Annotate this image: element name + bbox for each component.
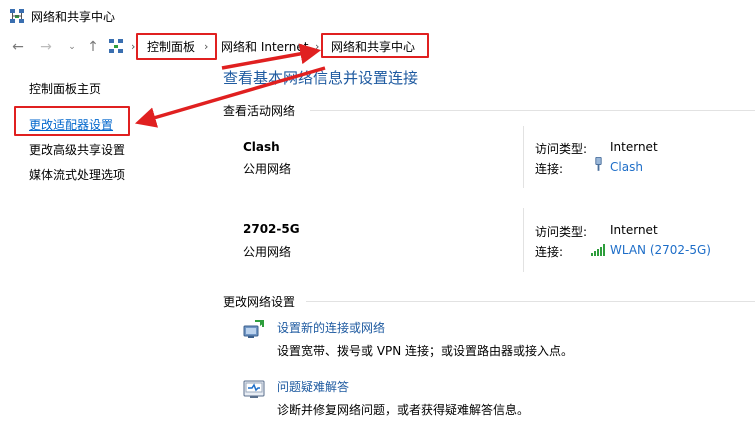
ethernet-plug-icon bbox=[595, 157, 602, 171]
troubleshoot-icon bbox=[243, 380, 265, 398]
connection-link-clash[interactable]: Clash bbox=[610, 160, 643, 174]
connection-label: 连接: bbox=[535, 245, 564, 259]
troubleshoot-link[interactable]: 问题疑难解答 bbox=[277, 378, 349, 395]
up-arrow-icon[interactable]: ↑ bbox=[84, 37, 102, 57]
connection-link-wlan[interactable]: WLAN (2702-5G) bbox=[610, 243, 711, 257]
sidebar-item-control-panel-home[interactable]: 控制面板主页 bbox=[29, 80, 101, 97]
setup-new-connection-description: 设置宽带、拨号或 VPN 连接；或设置路由器或接入点。 bbox=[277, 344, 574, 358]
breadcrumb-separator-icon[interactable]: › bbox=[131, 38, 135, 56]
network-center-icon bbox=[10, 9, 24, 23]
column-divider bbox=[523, 208, 524, 272]
page-title: 查看基本网络信息并设置连接 bbox=[223, 69, 419, 87]
network-name: 2702-5G bbox=[243, 222, 300, 236]
forward-arrow-icon[interactable]: → bbox=[37, 37, 55, 57]
active-networks-section-title: 查看活动网络 bbox=[223, 104, 296, 118]
access-type-label: 访问类型: bbox=[535, 142, 588, 156]
section-divider bbox=[310, 110, 755, 111]
access-type-value: Internet bbox=[610, 223, 658, 237]
annotation-overlay bbox=[134, 43, 326, 128]
network-name: Clash bbox=[243, 140, 280, 154]
connection-label: 连接: bbox=[535, 162, 564, 176]
breadcrumb-network-sharing-center[interactable]: 网络和共享中心 bbox=[331, 38, 415, 56]
change-settings-section-title: 更改网络设置 bbox=[223, 295, 296, 309]
setup-new-connection-link[interactable]: 设置新的连接或网络 bbox=[277, 319, 385, 336]
breadcrumb-control-panel[interactable]: 控制面板 bbox=[147, 38, 195, 56]
title-bar: 网络和共享中心 bbox=[0, 0, 755, 32]
breadcrumb-separator-icon[interactable]: › bbox=[204, 38, 208, 56]
network-category: 公用网络 bbox=[243, 245, 292, 259]
recent-locations-chevron-icon[interactable]: ⌄ bbox=[63, 37, 81, 57]
wifi-signal-icon bbox=[591, 244, 605, 256]
sidebar-item-advanced-sharing-settings[interactable]: 更改高级共享设置 bbox=[29, 141, 125, 158]
column-divider bbox=[523, 126, 524, 188]
window-title: 网络和共享中心 bbox=[31, 10, 116, 24]
breadcrumb-network-internet[interactable]: 网络和 Internet bbox=[221, 38, 308, 56]
sidebar-item-media-streaming[interactable]: 媒体流式处理选项 bbox=[29, 166, 125, 183]
control-panel-icon bbox=[109, 39, 123, 53]
access-type-value: Internet bbox=[610, 140, 658, 154]
network-category: 公用网络 bbox=[243, 162, 292, 176]
back-arrow-icon[interactable]: ← bbox=[9, 37, 27, 57]
troubleshoot-description: 诊断并修复网络问题，或者获得疑难解答信息。 bbox=[277, 403, 530, 417]
access-type-label: 访问类型: bbox=[535, 225, 588, 239]
new-connection-icon bbox=[243, 320, 264, 338]
breadcrumb-separator-icon[interactable]: › bbox=[315, 38, 319, 56]
sidebar-item-change-adapter-settings[interactable]: 更改适配器设置 bbox=[29, 116, 113, 133]
section-divider bbox=[306, 301, 755, 302]
